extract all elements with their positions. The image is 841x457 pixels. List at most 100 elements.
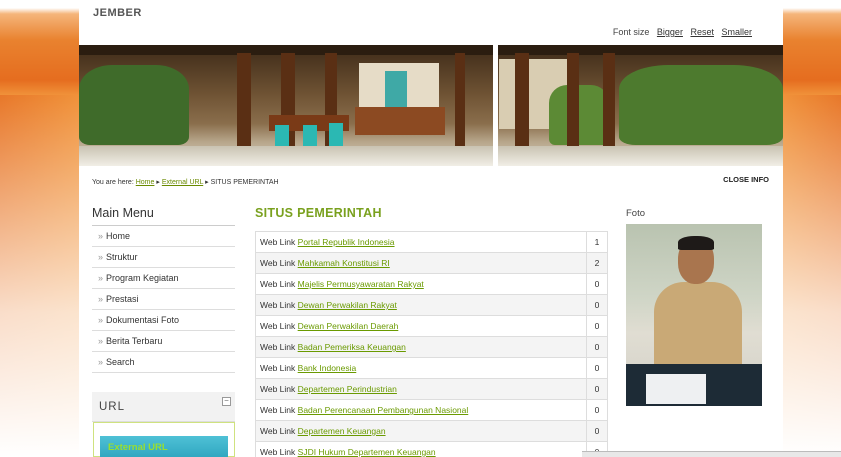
- left-orange-background: [0, 0, 79, 95]
- web-links-section: SITUS PEMERINTAH Web Link Portal Republi…: [255, 206, 608, 457]
- web-link-prefix: Web Link: [260, 384, 296, 394]
- web-link-prefix: Web Link: [260, 426, 296, 436]
- table-row: Web Link Mahkamah Konstitusi RI 2: [255, 252, 608, 274]
- web-link[interactable]: Departemen Keuangan: [298, 426, 386, 436]
- menu-item-label: Home: [106, 231, 131, 241]
- web-link[interactable]: Mahkamah Konstitusi RI: [298, 258, 390, 268]
- table-row: Web Link SJDI Hukum Departemen Keuangan0: [255, 441, 608, 457]
- web-link-prefix: Web Link: [260, 405, 296, 415]
- link-cell: Web Link Departemen Keuangan: [255, 420, 587, 442]
- web-link[interactable]: Badan Pemeriksa Keuangan: [298, 342, 406, 352]
- hit-count: 0: [586, 357, 608, 379]
- header-banner-image: [79, 45, 783, 166]
- link-cell: Web Link Majelis Permusyawaratan Rakyat: [255, 273, 587, 295]
- foto-title: Foto: [626, 208, 646, 219]
- table-row: Web Link Badan Pemeriksa Keuangan 0: [255, 336, 608, 358]
- menu-item-label: Struktur: [106, 252, 138, 262]
- link-cell: Web Link Dewan Perwakilan Daerah: [255, 315, 587, 337]
- menu-item-program-kegiatan[interactable]: » Program Kegiatan: [92, 268, 235, 289]
- hit-count: 0: [586, 315, 608, 337]
- bullet-icon: »: [98, 231, 104, 241]
- close-info-button[interactable]: CLOSE INFO: [723, 175, 769, 184]
- web-link-prefix: Web Link: [260, 321, 296, 331]
- web-link-prefix: Web Link: [260, 237, 296, 247]
- link-cell: Web Link Mahkamah Konstitusi RI: [255, 252, 587, 274]
- menu-item-label: Prestasi: [106, 294, 139, 304]
- menu-item-berita-terbaru[interactable]: » Berita Terbaru: [92, 331, 235, 352]
- menu-item-prestasi[interactable]: » Prestasi: [92, 289, 235, 310]
- web-links-table: Web Link Portal Republik Indonesia 1 Web L…: [255, 231, 608, 457]
- table-row: Web Link Badan Perencanaan Pembangunan N…: [255, 399, 608, 421]
- menu-item-label: Dokumentasi Foto: [106, 315, 180, 325]
- breadcrumb-home-link[interactable]: Home: [136, 179, 155, 186]
- browser-status-bar: [582, 451, 841, 457]
- web-link-prefix: Web Link: [260, 447, 296, 457]
- main-menu: Main Menu » Home » Struktur » Program Kegia…: [92, 206, 235, 373]
- table-row: Web Link Departemen Keuangan 0: [255, 420, 608, 442]
- hit-count: 0: [586, 336, 608, 358]
- hit-count: 1: [586, 231, 608, 253]
- font-reset-link[interactable]: Reset: [690, 27, 714, 37]
- font-smaller-link[interactable]: Smaller: [721, 27, 752, 37]
- link-cell: Web Link Dewan Perwakilan Rakyat: [255, 294, 587, 316]
- page-container: JEMBER Font size Bigger Reset Smaller Yo…: [79, 0, 783, 457]
- bullet-icon: »: [98, 336, 104, 346]
- web-link-prefix: Web Link: [260, 363, 296, 373]
- profile-photo: [626, 224, 762, 406]
- web-link[interactable]: Bank Indonesia: [298, 363, 357, 373]
- page-title: SITUS PEMERINTAH: [255, 206, 382, 220]
- web-link[interactable]: Dewan Perwakilan Daerah: [298, 321, 399, 331]
- web-link[interactable]: Portal Republik Indonesia: [298, 237, 395, 247]
- menu-item-struktur[interactable]: » Struktur: [92, 247, 235, 268]
- hit-count: 0: [586, 399, 608, 421]
- left-side-fade: [0, 95, 79, 457]
- menu-item-label: Search: [106, 357, 135, 367]
- link-cell: Web Link SJDI Hukum Departemen Keuangan: [255, 441, 587, 457]
- web-link[interactable]: Majelis Permusyawaratan Rakyat: [298, 279, 424, 289]
- table-row: Web Link Dewan Perwakilan Daerah 0: [255, 315, 608, 337]
- table-row: Web Link Departemen Perindustrian 0: [255, 378, 608, 400]
- font-bigger-link[interactable]: Bigger: [657, 27, 683, 37]
- external-url-tab[interactable]: External URL: [100, 436, 228, 457]
- menu-item-home[interactable]: » Home: [92, 226, 235, 247]
- link-cell: Web Link Bank Indonesia: [255, 357, 587, 379]
- breadcrumb-external-link[interactable]: External URL: [162, 179, 203, 186]
- hit-count: 2: [586, 252, 608, 274]
- hit-count: 0: [586, 378, 608, 400]
- table-row: Web Link Bank Indonesia 0: [255, 357, 608, 379]
- table-row: Web Link Portal Republik Indonesia 1: [255, 231, 608, 253]
- main-menu-list: » Home » Struktur » Program Kegiatan » Prest…: [92, 226, 235, 373]
- menu-item-dokumentasi-foto[interactable]: » Dokumentasi Foto: [92, 310, 235, 331]
- url-module-header: URL −: [92, 392, 235, 422]
- link-cell: Web Link Portal Republik Indonesia: [255, 231, 587, 253]
- menu-item-label: Program Kegiatan: [106, 273, 179, 283]
- table-row: Web Link Dewan Perwakilan Rakyat 0: [255, 294, 608, 316]
- url-module-body: External URL: [93, 422, 235, 457]
- collapse-icon[interactable]: −: [222, 397, 231, 406]
- menu-item-label: Berita Terbaru: [106, 336, 163, 346]
- breadcrumb: You are here: Home ▸ External URL ▸ SITU…: [92, 178, 279, 186]
- bullet-icon: »: [98, 357, 104, 367]
- web-link[interactable]: Badan Perencanaan Pembangunan Nasional: [298, 405, 469, 415]
- hit-count: 0: [586, 420, 608, 442]
- link-cell: Web Link Departemen Perindustrian: [255, 378, 587, 400]
- hit-count: 0: [586, 273, 608, 295]
- web-link-prefix: Web Link: [260, 342, 296, 352]
- url-module-title: URL: [99, 401, 126, 413]
- web-link[interactable]: Dewan Perwakilan Rakyat: [298, 300, 397, 310]
- bullet-icon: »: [98, 315, 104, 325]
- site-name: JEMBER: [93, 7, 142, 19]
- right-orange-background: [783, 0, 841, 95]
- web-link[interactable]: SJDI Hukum Departemen Keuangan: [298, 447, 436, 457]
- bullet-icon: »: [98, 294, 104, 304]
- breadcrumb-separator-icon: ▸: [156, 179, 160, 186]
- web-link[interactable]: Departemen Perindustrian: [298, 384, 397, 394]
- font-size-label: Font size: [612, 27, 650, 37]
- bullet-icon: »: [98, 273, 104, 283]
- web-link-prefix: Web Link: [260, 258, 296, 268]
- menu-item-search[interactable]: » Search: [92, 352, 235, 373]
- main-menu-title: Main Menu: [92, 206, 235, 226]
- font-size-controls: Font size Bigger Reset Smaller: [613, 27, 752, 37]
- bullet-icon: »: [98, 252, 104, 262]
- breadcrumb-separator-icon: ▸: [205, 179, 209, 186]
